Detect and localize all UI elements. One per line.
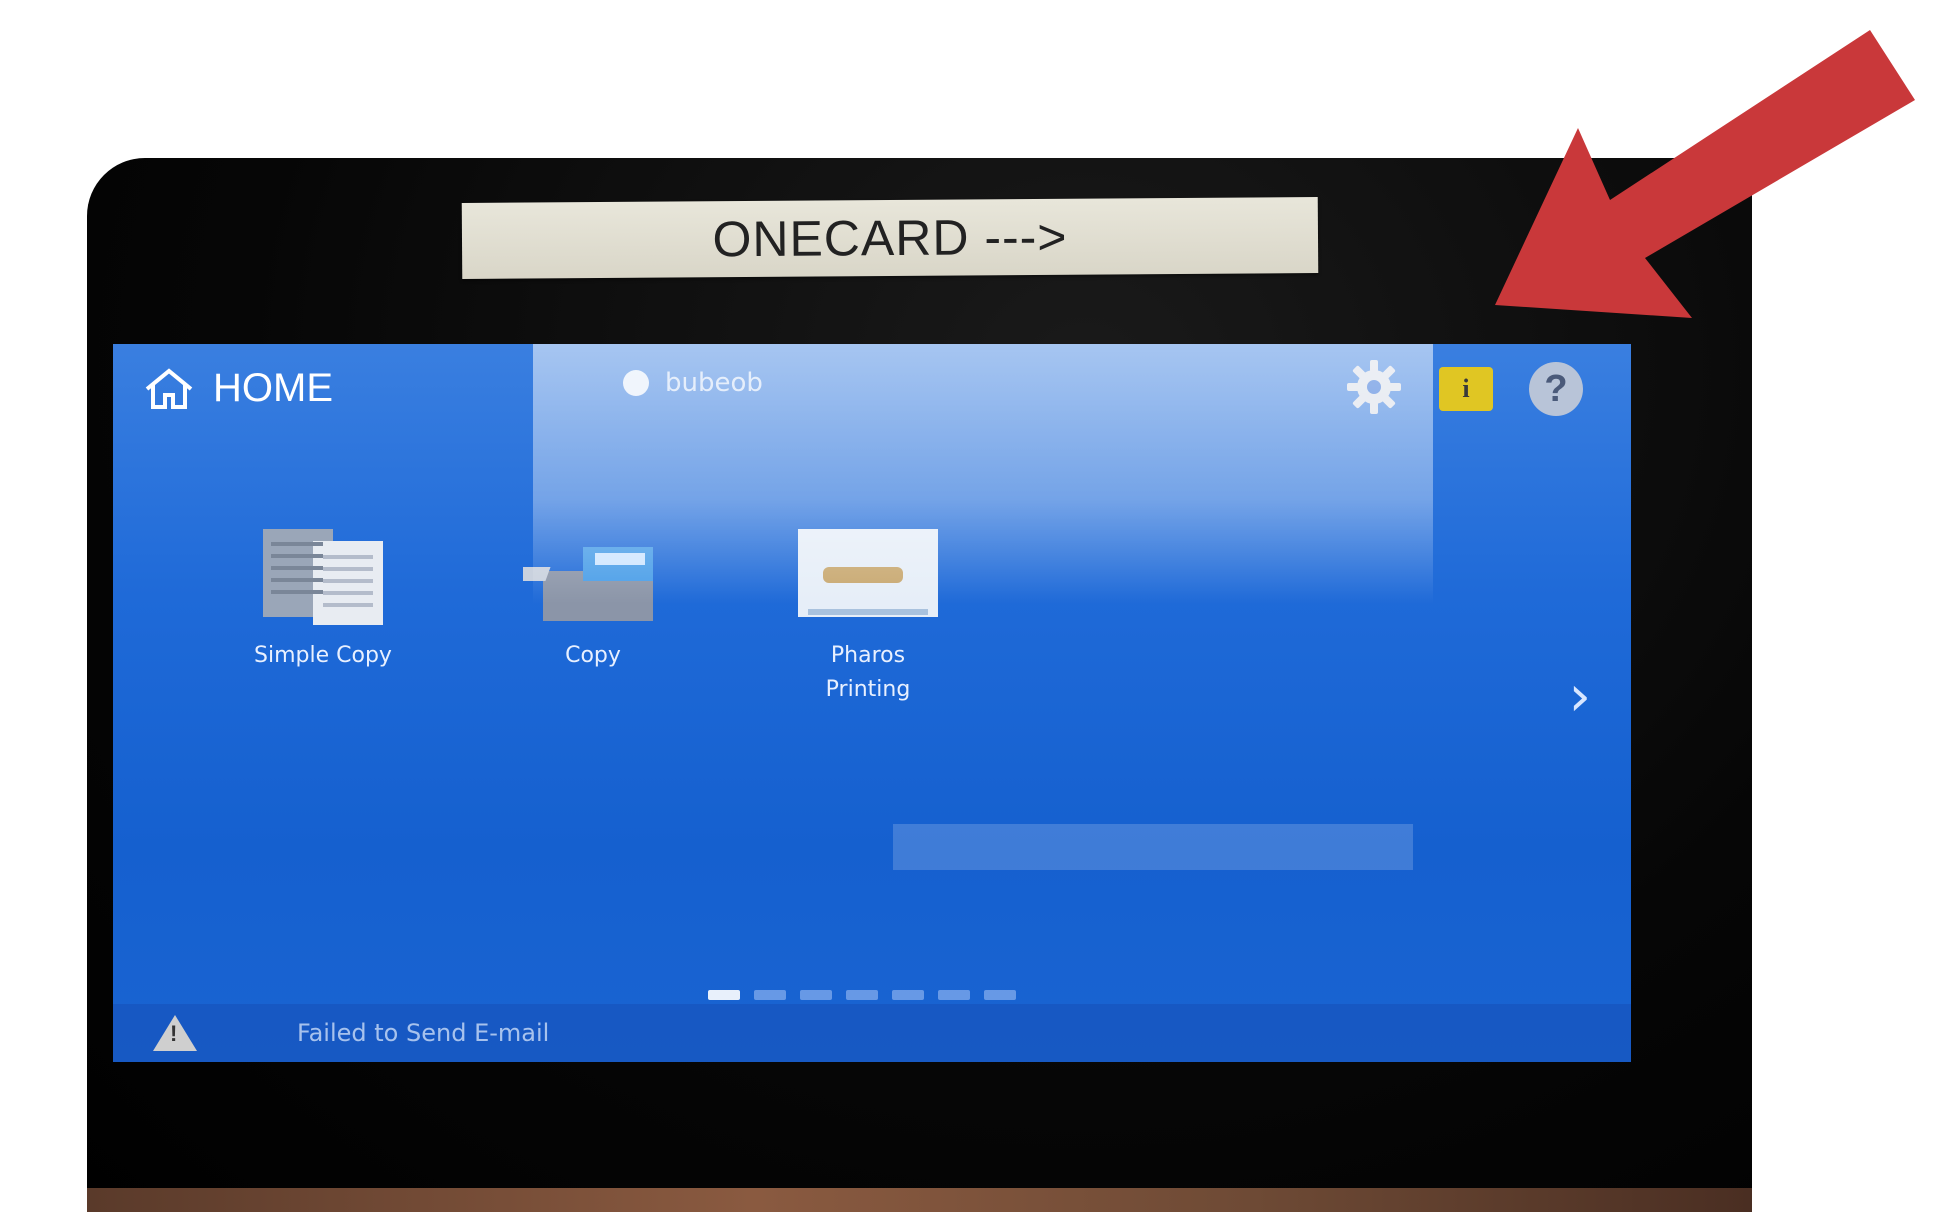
photo-stage: ONECARD ---> HOME bubeob i ? Simple Copy… bbox=[0, 0, 1955, 1212]
annotation-arrow-icon bbox=[1495, 30, 1915, 318]
